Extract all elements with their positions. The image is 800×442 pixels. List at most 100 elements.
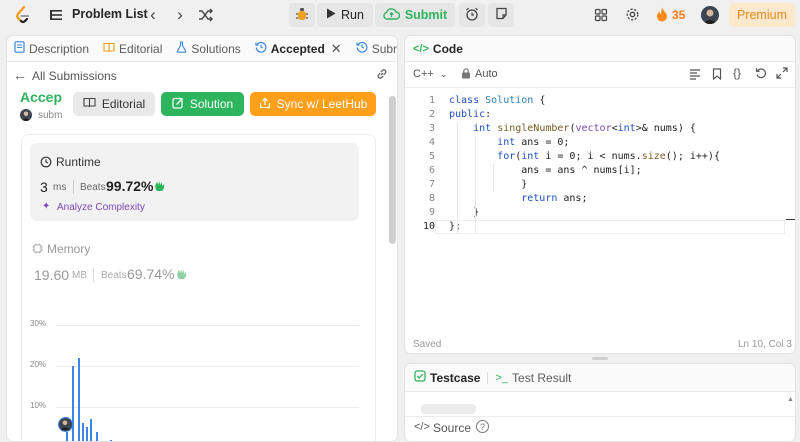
- tab-accepted-label: Accepted: [270, 41, 325, 56]
- help-icon[interactable]: ?: [476, 420, 489, 433]
- gear-icon[interactable]: [625, 7, 640, 22]
- submit-button[interactable]: Submit: [375, 3, 455, 27]
- line-code: }: [449, 179, 528, 190]
- code-line[interactable]: 6 ans = ans ^ nums[i];: [405, 164, 795, 178]
- tab-submissions[interactable]: Submis: [349, 36, 397, 62]
- line-code: ans = ans ^ nums[i];: [449, 165, 642, 176]
- run-button[interactable]: Run: [317, 3, 373, 27]
- tab-test-result[interactable]: >_ Test Result: [488, 364, 578, 392]
- tab-solutions-label: Solutions: [191, 41, 241, 56]
- curly-braces-icon[interactable]: {}: [733, 66, 741, 80]
- submitted-by: subm: [38, 110, 63, 121]
- solution-button[interactable]: Solution: [161, 92, 244, 116]
- sync-leethub-label: Sync w/ LeetHub: [276, 97, 368, 111]
- tab-code[interactable]: </> Code: [405, 36, 470, 62]
- chart-bar[interactable]: [90, 419, 92, 441]
- chevron-down-icon: ⌄: [439, 69, 448, 79]
- language-select[interactable]: C++ ⌄: [413, 68, 447, 80]
- format-icon[interactable]: [689, 68, 701, 80]
- code-line[interactable]: 8 return ans;: [405, 192, 795, 206]
- tab-code-label: Code: [432, 41, 463, 56]
- editorial-button-label: Editorial: [101, 97, 146, 111]
- flask-icon: [176, 41, 187, 56]
- code-line[interactable]: 9 }: [405, 206, 795, 220]
- line-number: 2: [428, 109, 435, 120]
- divider: [73, 180, 74, 194]
- tab-description[interactable]: Description: [7, 36, 96, 62]
- resize-handle[interactable]: [592, 357, 608, 360]
- mode-auto[interactable]: Auto: [475, 68, 498, 80]
- case-chip[interactable]: [421, 404, 476, 414]
- flame-icon[interactable]: [656, 7, 668, 22]
- chart-bar[interactable]: [86, 427, 88, 441]
- code-line[interactable]: 5 for(int i = 0; i < nums.size(); i++){: [405, 150, 795, 164]
- list-icon[interactable]: [49, 8, 63, 22]
- avatar: [20, 109, 32, 121]
- book-icon: [83, 97, 96, 111]
- line-code: return ans;: [521, 193, 588, 204]
- chevron-right-icon[interactable]: ›: [172, 5, 188, 24]
- left-tab-bar: Description Editorial Solutions Accepted…: [7, 36, 397, 62]
- tab-testcase-label: Testcase: [430, 370, 481, 385]
- chart-bar[interactable]: [78, 358, 80, 441]
- bug-icon: [295, 7, 309, 24]
- streak-count: 35: [672, 8, 686, 22]
- code-editor[interactable]: 1 class Solution {2 public: 3 int singleNum…: [405, 94, 795, 234]
- tab-solutions[interactable]: Solutions: [169, 36, 247, 62]
- tab-editorial[interactable]: Editorial: [96, 36, 169, 62]
- source-link[interactable]: Source: [433, 421, 471, 435]
- notes-button[interactable]: [488, 3, 514, 27]
- code-brackets-icon: </>: [414, 421, 430, 433]
- line-number: 7: [428, 179, 435, 190]
- sync-leethub-button[interactable]: Sync w/ LeetHub: [250, 92, 376, 116]
- timer-button[interactable]: [459, 3, 485, 27]
- layout-grid-icon[interactable]: [594, 8, 608, 22]
- testcase-tab-bar: Testcase >_ Test Result: [405, 364, 795, 392]
- tab-testcase[interactable]: Testcase: [405, 364, 487, 392]
- debug-button[interactable]: [289, 3, 315, 27]
- code-line[interactable]: 7 }: [405, 178, 795, 192]
- runtime-box: Runtime 3 ms Beats 99.72% ✦ Analyze Comp…: [30, 143, 359, 221]
- runtime-unit: ms: [53, 182, 67, 193]
- code-line[interactable]: 3 int singleNumber(vector<int>& nums) {: [405, 122, 795, 136]
- indent-guide: [493, 164, 494, 192]
- close-icon[interactable]: ✕: [331, 41, 342, 57]
- run-label: Run: [341, 8, 364, 22]
- code-line[interactable]: 2 public:: [405, 108, 795, 122]
- shuffle-icon[interactable]: [198, 8, 213, 22]
- memory-unit: MB: [72, 270, 87, 281]
- line-code: int ans = 0;: [497, 137, 570, 148]
- premium-button[interactable]: Premium: [729, 3, 795, 27]
- avatar[interactable]: [701, 6, 719, 24]
- runtime-distribution-chart: 30% 20% 10%: [22, 313, 359, 441]
- scroll-up-icon[interactable]: ▲: [787, 396, 794, 403]
- arrow-left-icon[interactable]: ←: [13, 67, 27, 83]
- cloud-upload-icon: [383, 7, 400, 23]
- left-scrollbar-thumb[interactable]: [389, 96, 396, 244]
- chart-bar[interactable]: [66, 432, 68, 441]
- expand-icon[interactable]: [776, 67, 788, 79]
- link-icon[interactable]: [375, 67, 389, 81]
- analyze-complexity-link[interactable]: Analyze Complexity: [57, 202, 145, 213]
- my-submission-marker-avatar: [58, 417, 73, 432]
- chart-bar[interactable]: [96, 432, 98, 441]
- reset-icon[interactable]: [755, 67, 767, 79]
- editorial-button[interactable]: Editorial: [73, 92, 155, 116]
- checkbox-icon: [414, 370, 426, 385]
- sparkle-icon: ✦: [42, 201, 51, 212]
- chart-bar[interactable]: [72, 366, 74, 441]
- chevron-left-icon[interactable]: ‹: [145, 5, 161, 24]
- bookmark-icon[interactable]: [712, 68, 722, 81]
- upload-icon: [259, 97, 271, 112]
- tab-accepted[interactable]: Accepted ✕: [248, 36, 349, 62]
- code-line[interactable]: 1 class Solution {: [405, 94, 795, 108]
- line-code: int singleNumber(vector<int>& nums) {: [473, 123, 696, 134]
- code-line[interactable]: 4 int ans = 0;: [405, 136, 795, 150]
- chart-bar[interactable]: [82, 423, 84, 441]
- all-submissions-link[interactable]: All Submissions: [32, 69, 117, 83]
- bar-area: [56, 325, 356, 441]
- cursor-position: Ln 10, Col 3: [738, 339, 792, 350]
- language-label: C++: [413, 68, 434, 80]
- problem-list-link[interactable]: Problem List: [72, 7, 148, 21]
- leetcode-logo-icon[interactable]: [13, 5, 33, 25]
